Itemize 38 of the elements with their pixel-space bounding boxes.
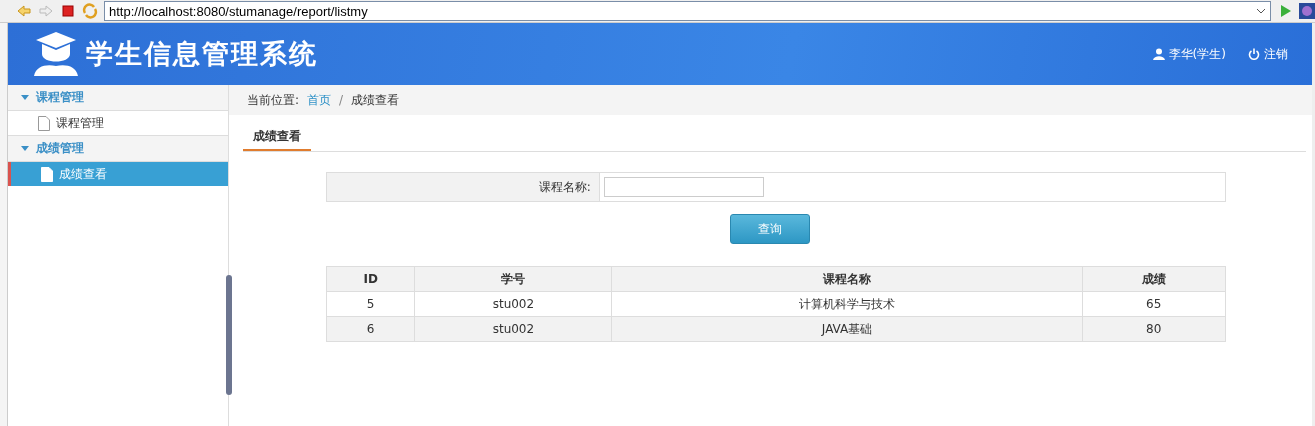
stop-icon[interactable] — [60, 3, 76, 19]
table-cell: 计算机科学与技术 — [611, 291, 1083, 317]
query-button[interactable]: 查询 — [730, 214, 811, 244]
breadcrumb-current: 成绩查看 — [350, 91, 399, 109]
sidebar-item[interactable]: 成绩查看 — [7, 162, 228, 186]
breadcrumb-link[interactable]: 首页 — [306, 91, 331, 109]
sidebar-group[interactable]: 成绩管理 — [7, 136, 228, 162]
splitter-handle[interactable] — [225, 275, 232, 395]
document-icon — [37, 115, 50, 131]
table-cell: 5 — [326, 291, 415, 317]
table-cell: 6 — [326, 316, 415, 342]
address-field[interactable]: http://localhost:8080/stumanage/report/listmy — [104, 1, 1271, 21]
tab[interactable]: 成绩查看 — [242, 123, 311, 151]
table-cell: 65 — [1082, 291, 1226, 317]
column-header: 学号 — [414, 266, 612, 292]
user-icon — [1152, 48, 1165, 60]
power-icon — [1247, 48, 1260, 60]
column-header: ID — [326, 266, 415, 292]
forward-icon[interactable] — [38, 3, 54, 19]
column-header: 成绩 — [1082, 266, 1226, 292]
dropdown-icon[interactable] — [1256, 7, 1266, 15]
app-title: 学生信息管理系统 — [85, 37, 318, 71]
user-link[interactable]: 李华(学生) — [1152, 45, 1226, 63]
back-icon[interactable] — [16, 3, 32, 19]
table-cell: 80 — [1082, 316, 1226, 342]
column-header: 课程名称 — [611, 266, 1083, 292]
table-cell: JAVA基础 — [611, 316, 1083, 342]
sidebar-group[interactable]: 课程管理 — [7, 85, 228, 111]
breadcrumb-label: 当前位置: — [246, 91, 299, 109]
student-logo-icon — [31, 30, 80, 78]
course-name-field[interactable] — [603, 177, 764, 197]
table-cell: stu002 — [414, 316, 612, 342]
document-icon — [40, 166, 53, 182]
table-cell: stu002 — [414, 291, 612, 317]
breadcrumb-separator: / — [338, 93, 343, 107]
logout-link[interactable]: 注销 — [1247, 45, 1288, 63]
refresh-icon[interactable] — [82, 3, 98, 19]
field-label: 课程名称: — [326, 173, 600, 201]
